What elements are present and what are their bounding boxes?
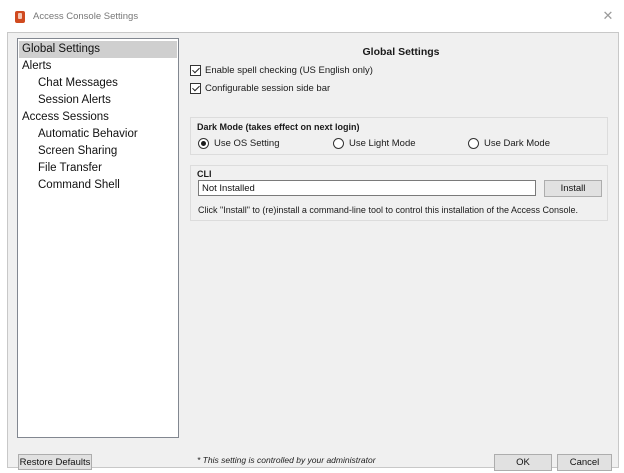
nav-item-access-sessions[interactable]: Access Sessions <box>19 109 177 126</box>
spell-check-checkbox[interactable] <box>190 65 201 76</box>
side-bar-label: Configurable session side bar <box>205 83 331 94</box>
nav-item-session-alerts[interactable]: Session Alerts <box>19 92 177 109</box>
radio-button[interactable] <box>468 138 479 149</box>
radio-button[interactable] <box>198 138 209 149</box>
restore-defaults-button[interactable]: Restore Defaults <box>18 454 92 470</box>
radio-label: Use OS Setting <box>214 138 280 149</box>
side-bar-option[interactable]: Configurable session side bar <box>190 82 330 95</box>
cancel-button[interactable]: Cancel <box>557 454 612 471</box>
cli-help-text: Click "Install" to (re)install a command… <box>198 205 579 215</box>
dark-mode-group-label: Dark Mode (takes effect on next login) <box>197 122 360 132</box>
radio-use-dark-mode[interactable]: Use Dark Mode <box>468 138 550 149</box>
cli-group: CLI Install Click "Install" to (re)insta… <box>190 165 608 221</box>
nav-item-file-transfer[interactable]: File Transfer <box>19 160 177 177</box>
ok-button[interactable]: OK <box>494 454 552 471</box>
spell-check-option[interactable]: Enable spell checking (US English only) <box>190 64 373 77</box>
cli-group-label: CLI <box>197 169 212 179</box>
title-bar: Access Console Settings ✕ <box>0 0 624 32</box>
radio-use-os-setting[interactable]: Use OS Setting <box>198 138 279 149</box>
window-title: Access Console Settings <box>33 11 139 22</box>
page-title: Global Settings <box>362 46 440 58</box>
settings-dialog: Global Settings Alerts Chat Messages Ses… <box>7 32 619 471</box>
settings-content-panel: Global Settings Enable spell checking (U… <box>188 38 614 438</box>
nav-item-screen-sharing[interactable]: Screen Sharing <box>19 143 177 160</box>
cli-status-field[interactable] <box>198 180 536 196</box>
nav-item-global-settings[interactable]: Global Settings <box>19 41 177 58</box>
side-bar-checkbox[interactable] <box>190 83 201 94</box>
app-icon <box>15 11 25 23</box>
install-button[interactable]: Install <box>544 180 602 197</box>
settings-nav-tree[interactable]: Global Settings Alerts Chat Messages Ses… <box>17 38 179 438</box>
radio-button[interactable] <box>333 138 344 149</box>
dark-mode-group: Dark Mode (takes effect on next login) U… <box>190 117 608 155</box>
nav-item-automatic-behavior[interactable]: Automatic Behavior <box>19 126 177 143</box>
close-icon[interactable]: ✕ <box>598 7 618 25</box>
nav-item-alerts[interactable]: Alerts <box>19 58 177 75</box>
admin-note: * This setting is controlled by your adm… <box>197 455 376 465</box>
spell-check-label: Enable spell checking (US English only) <box>205 65 373 76</box>
radio-label: Use Dark Mode <box>484 138 550 149</box>
nav-item-chat-messages[interactable]: Chat Messages <box>19 75 177 92</box>
radio-label: Use Light Mode <box>349 138 416 149</box>
nav-item-command-shell[interactable]: Command Shell <box>19 177 177 194</box>
radio-use-light-mode[interactable]: Use Light Mode <box>333 138 416 149</box>
